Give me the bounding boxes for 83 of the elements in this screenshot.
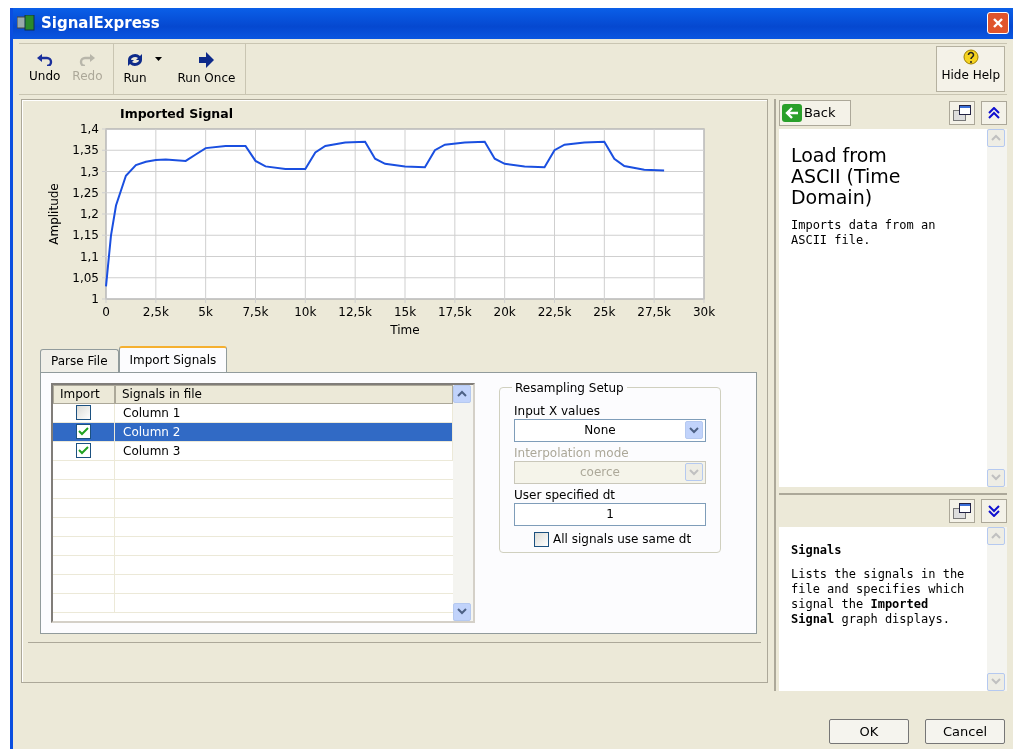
help-icon: [961, 48, 980, 65]
axis-tick-label: 27,5k: [637, 304, 671, 319]
scroll-down-button[interactable]: [453, 602, 471, 621]
group-title: Resampling Setup: [512, 380, 627, 395]
axis-tick-label: 1,25: [72, 185, 99, 200]
axis-tick-label: 7,5k: [242, 304, 269, 319]
axis-tick-label: 17,5k: [438, 304, 472, 319]
axis-tick-label: 2,5k: [142, 304, 169, 319]
help-title: Load from ASCII (Time Domain): [790, 144, 902, 208]
axis-tick-label: 10k: [294, 304, 317, 319]
redo-icon: [79, 54, 96, 67]
app-icon: [17, 15, 35, 32]
context-help-text: Lists the signals in the file and specifies which signal the Imported Signal graph displays.: [790, 566, 966, 627]
help-description: Imports data from an ASCII file.: [790, 217, 937, 248]
chevron-up-icon: [991, 134, 1001, 141]
chevron-down-icon: [991, 474, 1001, 481]
collapse-button[interactable]: [981, 100, 1007, 125]
dialog-button[interactable]: Cancel: [925, 719, 1005, 745]
axis-tick-label: 1,2: [79, 206, 99, 221]
field-label: Input X values: [514, 403, 601, 419]
expand-button[interactable]: [981, 498, 1007, 523]
refresh-icon: [125, 52, 145, 69]
layout-button[interactable]: [949, 100, 975, 125]
chevron-down-icon: [991, 678, 1001, 685]
undo-icon: [36, 54, 53, 67]
double-chevron-down-icon: [988, 504, 1000, 517]
checkbox[interactable]: [534, 531, 549, 547]
tab[interactable]: Import Signals: [118, 345, 228, 372]
window-layout-icon: [953, 104, 971, 121]
close-icon: [993, 18, 1003, 29]
layout-button[interactable]: [949, 498, 975, 523]
graph-title: Imported Signal: [120, 105, 234, 121]
import-checkbox[interactable]: [76, 424, 91, 439]
field-label: Interpolation mode: [514, 445, 630, 461]
axis-tick-label: 25k: [593, 304, 616, 319]
scroll-up-button[interactable]: [453, 384, 471, 403]
checkbox-label[interactable]: All signals use same dt: [553, 532, 692, 546]
dt-input-field[interactable]: 1: [514, 502, 706, 526]
close-button[interactable]: [987, 12, 1009, 35]
axis-tick-label: 0: [102, 304, 110, 319]
hide-help-button[interactable]: Hide Help: [936, 45, 1005, 92]
context-help-title: Signals: [790, 542, 843, 557]
axis-tick-label: 1,4: [79, 121, 99, 136]
dialog-button[interactable]: OK: [829, 719, 909, 745]
toolbar-button[interactable]: Run: [119, 50, 151, 88]
axis-tick-label: 1,15: [72, 227, 99, 242]
import-checkbox[interactable]: [76, 405, 91, 420]
axis-tick-label: 1,3: [79, 164, 99, 178]
axis-title: Time: [390, 322, 420, 337]
chevron-down-icon: [457, 608, 467, 615]
axis-tick-label: 1: [91, 291, 99, 306]
scrollbar[interactable]: [453, 384, 473, 621]
arrow-right-icon: [198, 52, 215, 69]
axis-title: Amplitude: [47, 182, 61, 245]
dropdown-arrow-icon[interactable]: [154, 56, 162, 61]
column-header[interactable]: Signals in file: [115, 384, 453, 404]
chevron-down-icon: [689, 468, 699, 476]
window-title: SignalExpress: [41, 14, 161, 33]
arrow-left-icon: [781, 103, 802, 122]
column-header[interactable]: Import: [53, 384, 115, 404]
chevron-up-icon: [457, 390, 467, 397]
tab[interactable]: Parse File: [40, 348, 119, 372]
import-checkbox[interactable]: [76, 443, 91, 458]
axis-tick-label: 1,35: [72, 142, 99, 157]
axis-tick-label: 20k: [493, 304, 516, 319]
axis-tick-label: 5k: [198, 304, 213, 319]
checkmark-icon: [78, 427, 89, 436]
chevron-down-icon: [689, 426, 699, 434]
toolbar-button[interactable]: Run Once: [173, 50, 240, 88]
checkmark-icon: [78, 446, 89, 455]
window-layout-icon: [953, 502, 971, 519]
axis-tick-label: 12,5k: [338, 304, 372, 319]
axis-tick-label: 30k: [692, 304, 716, 319]
double-chevron-up-icon: [988, 106, 1000, 119]
chevron-up-icon: [991, 532, 1001, 539]
axis-tick-label: 15k: [393, 304, 417, 319]
axis-tick-label: 1,05: [72, 270, 99, 285]
field-label: User specified dt: [514, 487, 617, 503]
input-x-dropdown[interactable]: None: [514, 418, 706, 442]
axis-tick-label: 1,1: [79, 249, 99, 263]
back-button[interactable]: Back: [778, 99, 851, 126]
axis-tick-label: 22,5k: [537, 304, 572, 319]
toolbar-button[interactable]: Undo: [25, 52, 65, 86]
